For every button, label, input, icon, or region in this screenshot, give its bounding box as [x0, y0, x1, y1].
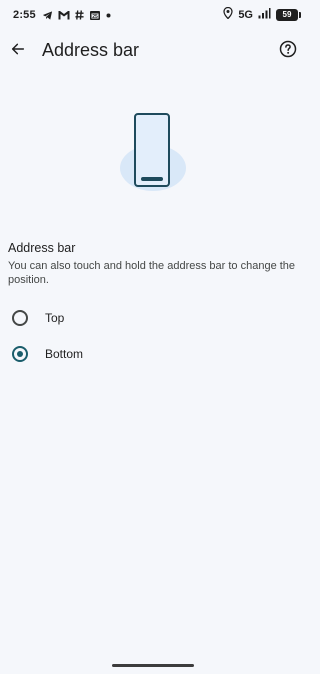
radio-option-bottom[interactable]: Bottom — [0, 337, 306, 371]
status-bar: 2:55 25 5G 59 — [0, 0, 306, 30]
app-bar: Address bar — [0, 30, 306, 74]
hashtag-icon — [75, 10, 84, 20]
radio-button-unchecked[interactable] — [12, 310, 28, 326]
back-button[interactable] — [6, 39, 30, 63]
signal-icon — [258, 6, 271, 24]
gesture-navigation-bar[interactable] — [112, 664, 194, 667]
status-time: 2:55 — [13, 9, 36, 21]
dot-icon — [106, 13, 111, 18]
network-label: 5G — [238, 9, 253, 21]
radio-button-checked[interactable] — [12, 346, 28, 362]
radio-label-top: Top — [45, 311, 65, 325]
setting-title: Address bar — [8, 241, 76, 255]
address-bar-illustration — [112, 108, 194, 198]
notification-icons: 25 — [42, 8, 111, 22]
radio-option-top[interactable]: Top — [0, 301, 306, 335]
status-right: 5G 59 — [223, 6, 301, 24]
help-circle-icon — [279, 40, 297, 63]
calendar-icon: 25 — [89, 9, 101, 21]
page-title: Address bar — [42, 40, 140, 60]
arrow-back-icon — [10, 41, 26, 62]
setting-description: You can also touch and hold the address … — [8, 260, 296, 286]
radio-dot — [17, 351, 23, 357]
telegram-icon — [42, 10, 53, 21]
help-button[interactable] — [276, 39, 300, 63]
radio-label-bottom: Bottom — [45, 347, 84, 361]
svg-text:25: 25 — [92, 14, 98, 20]
gmail-icon — [58, 10, 70, 20]
phone-with-bottom-address-bar-icon — [120, 113, 186, 191]
location-icon — [223, 6, 233, 24]
battery-icon: 59 — [276, 9, 301, 21]
